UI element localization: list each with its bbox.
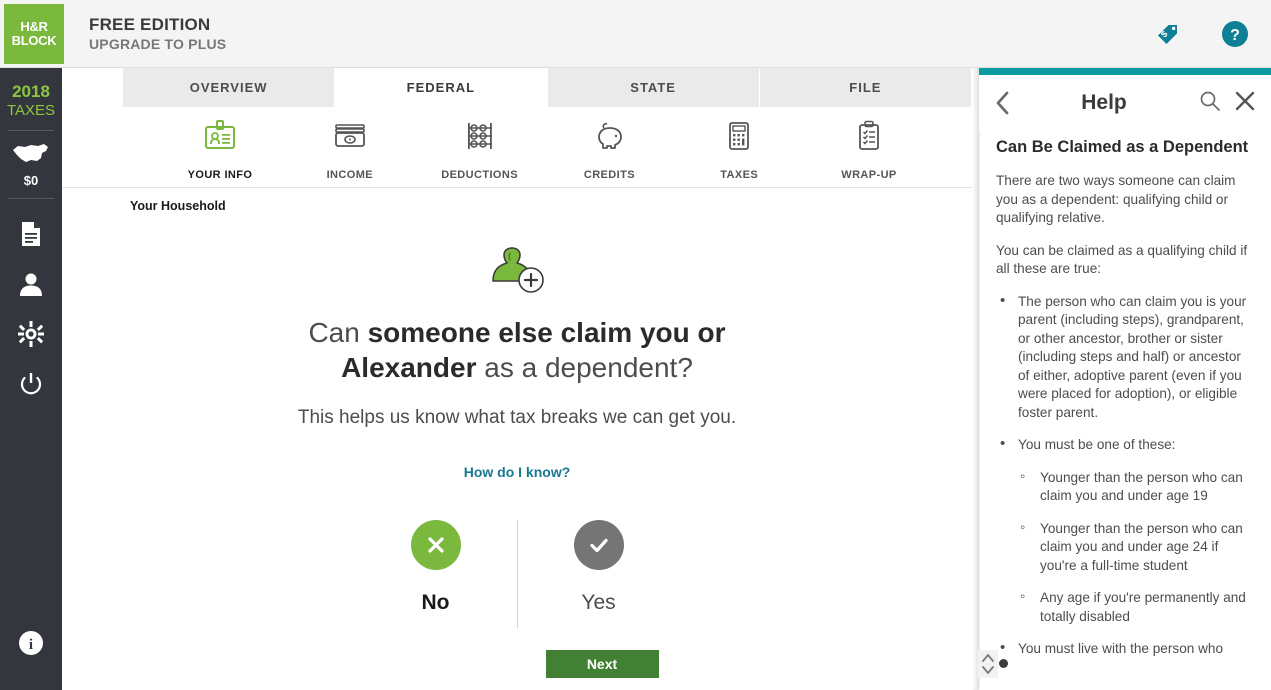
svg-text:?: ? [1230, 27, 1240, 44]
subnav-label: TAXES [720, 169, 759, 181]
primary-tab-bar: OVERVIEW FEDERAL STATE FILE [62, 68, 972, 107]
app-root: H&R BLOCK FREE EDITION UPGRADE TO PLUS $… [0, 0, 1271, 690]
help-bullet: You must live with the person who [996, 639, 1255, 659]
help-paragraph: There are two ways someone can claim you… [996, 173, 1236, 225]
check-mark-icon [573, 520, 624, 570]
id-badge-icon [200, 117, 240, 162]
headline-bold-1: someone else claim you or [367, 317, 726, 348]
answer-label: Yes [581, 591, 616, 614]
help-sub-bullet: Any age if you're permanently and totall… [1018, 588, 1255, 626]
help-bullet: The person who can claim you is your par… [996, 292, 1255, 423]
refund-tracker[interactable]: $0 [11, 141, 51, 188]
us-map-icon [13, 144, 48, 162]
secondary-nav-bar: YOUR INFO INCOME DEDUCTIONS CREDITS TAXE… [62, 107, 972, 188]
power-icon[interactable] [0, 359, 62, 409]
breadcrumb: Your Household [130, 199, 226, 213]
subnav-item-wrap-up[interactable]: WRAP-UP [821, 117, 917, 181]
tax-year-block[interactable]: 2018 TAXES [7, 82, 55, 120]
sidebar-divider-2 [8, 198, 54, 199]
chevron-down-icon [982, 666, 994, 674]
headline-prefix: Can [308, 317, 368, 348]
headline-bold-2: Alexander [341, 352, 477, 383]
header-icon-group: $ ? [1155, 20, 1249, 48]
help-scroll-indicator [999, 659, 1008, 668]
piggy-bank-icon [589, 117, 629, 162]
answer-choice-yes[interactable]: Yes [518, 520, 680, 615]
close-icon[interactable] [1233, 89, 1257, 118]
logo-line-1: H&R [20, 18, 48, 34]
next-button[interactable]: Next [545, 650, 659, 678]
abacus-icon [460, 117, 500, 162]
tab-state[interactable]: STATE [547, 68, 760, 107]
calculator-icon [719, 117, 759, 162]
edition-title: FREE EDITION [89, 15, 211, 34]
edition-info: FREE EDITION UPGRADE TO PLUS [89, 15, 226, 52]
help-sub-bullet-list: Younger than the person who can claim yo… [1018, 468, 1255, 627]
subnav-label: DEDUCTIONS [441, 169, 518, 181]
sidebar-divider-1 [8, 130, 54, 131]
help-header: Help [979, 75, 1271, 131]
help-accent-bar [979, 68, 1271, 75]
answer-label: No [421, 591, 450, 614]
help-sub-bullet: Younger than the person who can claim yo… [1018, 468, 1255, 506]
app-header: H&R BLOCK FREE EDITION UPGRADE TO PLUS $… [0, 0, 1271, 68]
help-action-group [1199, 89, 1257, 118]
refund-amount: $0 [23, 173, 39, 188]
info-icon[interactable]: i [0, 618, 62, 668]
tab-file[interactable]: FILE [759, 68, 972, 107]
tax-year: 2018 [12, 82, 50, 101]
help-bullet-text: You must live with the person who [1018, 641, 1224, 656]
help-paragraph: You can be claimed as a qualifying child… [996, 242, 1248, 277]
subnav-item-income[interactable]: INCOME [302, 117, 398, 181]
help-scroll-arrows[interactable] [978, 650, 998, 678]
help-article-title: Can Be Claimed as a Dependent [996, 138, 1249, 156]
help-panel: Help Can Be Claimed as a Dependent There… [978, 68, 1271, 690]
tab-overview[interactable]: OVERVIEW [123, 68, 336, 107]
help-article: Can Be Claimed as a Dependent There are … [979, 131, 1271, 689]
answer-choice-group: No Yes [62, 520, 972, 628]
chevron-up-icon [982, 654, 994, 662]
help-bullet: You must be one of these: Younger than t… [996, 435, 1255, 627]
help-bullet-list: The person who can claim you is your par… [996, 292, 1255, 659]
main-content-pane: OVERVIEW FEDERAL STATE FILE YOUR INFO IN… [62, 68, 972, 690]
answer-choice-no[interactable]: No [355, 520, 517, 615]
document-icon[interactable] [0, 209, 62, 259]
subnav-item-taxes[interactable]: TAXES [691, 117, 787, 181]
person-add-icon [62, 247, 972, 303]
clipboard-check-icon [849, 117, 889, 162]
gear-icon[interactable] [0, 309, 62, 359]
question-headline: Can someone else claim you or Alexander … [257, 315, 777, 385]
logo-line-2: BLOCK [11, 32, 57, 48]
subnav-item-deductions[interactable]: DEDUCTIONS [432, 117, 528, 181]
svg-text:i: i [29, 637, 33, 653]
help-title: Help [1081, 91, 1127, 114]
person-icon[interactable] [0, 259, 62, 309]
price-tag-dollar-icon[interactable]: $ [1155, 21, 1181, 47]
help-sub-bullet: Younger than the person who can claim yo… [1018, 519, 1255, 576]
subnav-label: WRAP-UP [841, 169, 897, 181]
money-bills-icon [330, 117, 370, 162]
question-panel: Can someone else claim you or Alexander … [62, 213, 972, 678]
tax-year-label: TAXES [6, 102, 56, 119]
help-bullet-text: You must be one of these: [1018, 437, 1176, 452]
subnav-label: CREDITS [583, 169, 635, 181]
x-mark-icon [410, 520, 461, 570]
subnav-label: YOUR INFO [187, 169, 253, 181]
hrblock-logo[interactable]: H&R BLOCK [4, 3, 64, 64]
next-button-row: Next [62, 650, 972, 678]
help-question-icon[interactable]: ? [1221, 20, 1249, 48]
search-icon[interactable] [1199, 90, 1221, 117]
how-do-i-know-link[interactable]: How do I know? [464, 464, 571, 480]
question-subheadline: This helps us know what tax breaks we ca… [297, 407, 737, 428]
subnav-item-your-info[interactable]: YOUR INFO [172, 117, 268, 181]
help-bullet-text: The person who can claim you is your par… [1018, 293, 1247, 420]
edition-upgrade-link[interactable]: UPGRADE TO PLUS [89, 36, 226, 52]
tab-federal[interactable]: FEDERAL [335, 68, 548, 107]
left-sidebar: 2018 TAXES $0 i [0, 68, 62, 690]
subnav-item-credits[interactable]: CREDITS [561, 117, 657, 181]
headline-suffix: as a dependent? [476, 352, 693, 383]
subnav-label: INCOME [326, 169, 373, 181]
